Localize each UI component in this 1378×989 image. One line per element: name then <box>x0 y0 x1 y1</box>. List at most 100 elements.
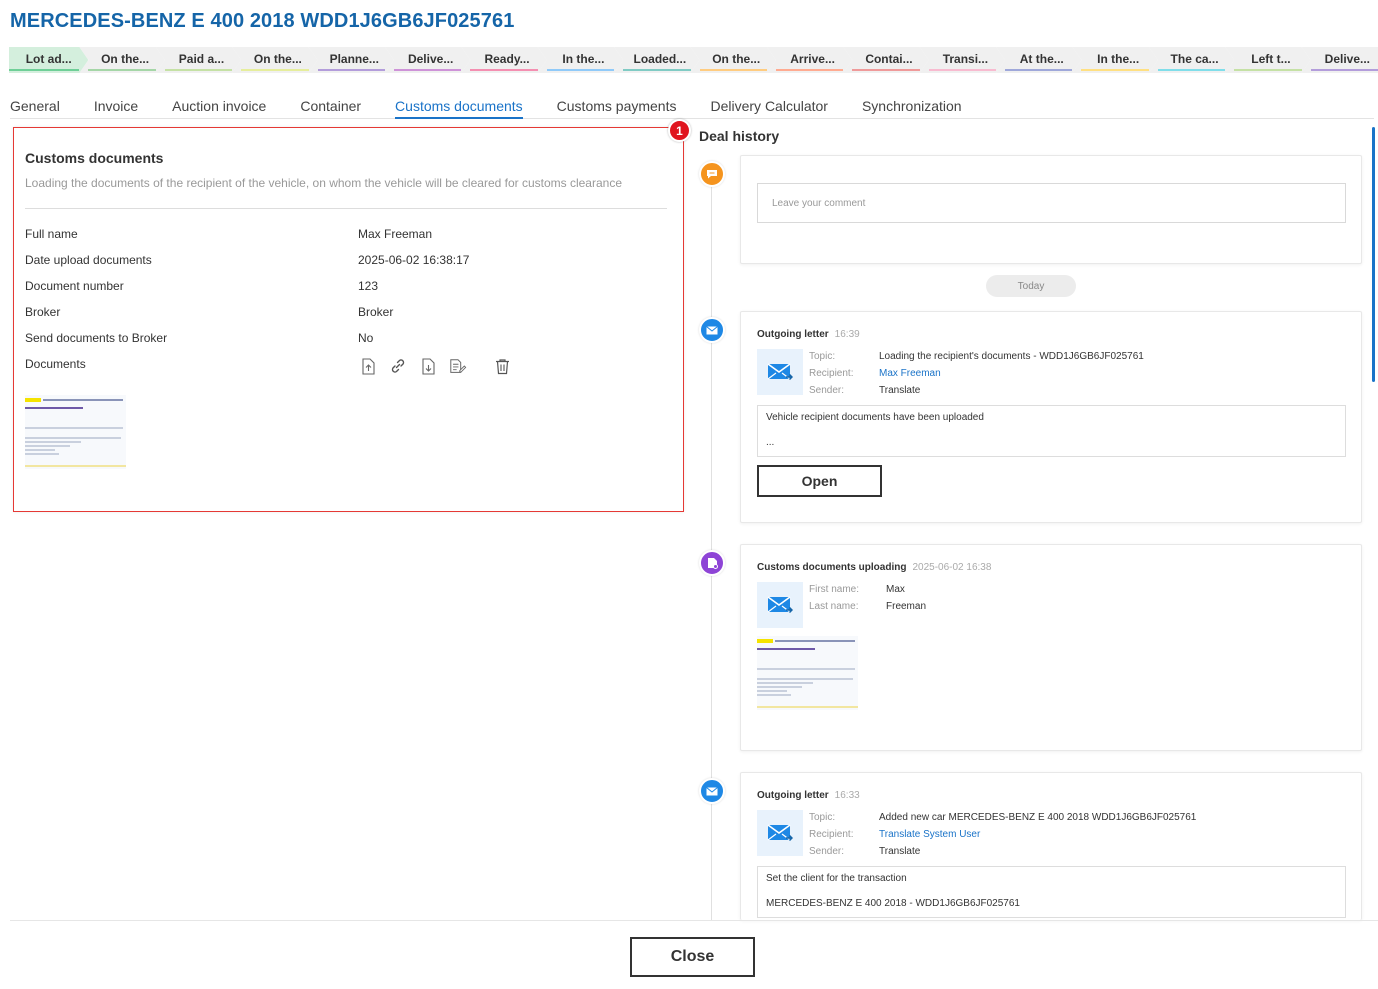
field-label: Date upload documents <box>25 253 152 267</box>
field-value: No <box>358 331 374 345</box>
stage-3[interactable]: Paid a... <box>156 47 241 73</box>
step-badge: 1 <box>668 119 691 142</box>
sender-label: Sender: <box>809 846 845 857</box>
scrollbar[interactable] <box>1372 127 1375 382</box>
sender-label: Sender: <box>809 385 845 396</box>
topic-label: Topic: <box>809 351 836 362</box>
document-thumbnail[interactable] <box>25 395 126 469</box>
stage-label: Contai... <box>865 52 913 66</box>
stage-10[interactable]: On the... <box>691 47 776 73</box>
customs-documents-panel: Customs documents Loading the documents … <box>13 127 684 512</box>
event-time: 2025-06-02 16:38 <box>912 562 992 573</box>
event-title: Outgoing letter 16:39 <box>757 329 860 340</box>
stage-color-bar <box>852 69 919 71</box>
message-preview: Set the client for the transaction MERCE… <box>757 866 1346 918</box>
stage-14[interactable]: At the... <box>996 47 1081 73</box>
stage-label: Delive... <box>1324 52 1371 66</box>
tab-auction-invoice[interactable]: Auction invoice <box>172 97 266 119</box>
field-documents: Documents <box>25 357 667 375</box>
event-time: 16:39 <box>834 329 860 340</box>
event-time: 16:33 <box>834 790 860 801</box>
stage-label: Ready... <box>484 52 530 66</box>
close-button[interactable]: Close <box>630 937 755 977</box>
stage-color-bar <box>700 69 767 71</box>
stage-label: On the... <box>712 52 761 66</box>
stage-5[interactable]: Planne... <box>309 47 394 73</box>
timeline-line <box>711 175 712 920</box>
link-icon[interactable] <box>389 357 407 375</box>
stage-16[interactable]: The ca... <box>1149 47 1234 73</box>
tab-customs-documents[interactable]: Customs documents <box>395 97 523 119</box>
tab-general[interactable]: General <box>10 97 60 119</box>
recipient-link[interactable]: Max Freeman <box>879 368 941 379</box>
page-title: MERCEDES-BENZ E 400 2018 WDD1J6GB6JF0257… <box>10 10 515 32</box>
upload-icon[interactable] <box>359 357 377 375</box>
stage-color-bar <box>623 69 690 71</box>
stage-2[interactable]: On the... <box>79 47 164 73</box>
stage-color-bar <box>1311 69 1378 71</box>
document-actions <box>359 357 511 375</box>
field-label: Documents <box>25 357 86 371</box>
message-preview: Vehicle recipient documents have been up… <box>757 405 1346 457</box>
stage-label: On the... <box>253 52 302 66</box>
stage-pipeline: Lot ad... On the... Paid a... On the... Plan… <box>9 47 1378 73</box>
trash-icon[interactable] <box>493 357 511 375</box>
field-send-to-broker: Send documents to Broker No <box>25 331 667 349</box>
open-button[interactable]: Open <box>757 465 882 497</box>
stage-15[interactable]: In the... <box>1072 47 1157 73</box>
tab-container[interactable]: Container <box>300 97 361 119</box>
recipient-label: Recipient: <box>809 368 854 379</box>
tab-customs-payments[interactable]: Customs payments <box>557 97 677 119</box>
stage-1[interactable]: Lot ad... <box>9 47 88 73</box>
field-date-upload: Date upload documents 2025-06-02 16:38:1… <box>25 253 667 271</box>
field-value: Broker <box>358 305 394 319</box>
stage-color-bar <box>776 69 843 71</box>
stage-label: Arrive... <box>790 52 835 66</box>
stage-color-bar <box>929 69 996 71</box>
stage-8[interactable]: In the... <box>538 47 623 73</box>
message-line: MERCEDES-BENZ E 400 2018 - WDD1J6GB6JF02… <box>766 898 1020 909</box>
stage-color-bar <box>394 69 461 71</box>
stage-label: Transi... <box>942 52 989 66</box>
comment-input[interactable] <box>757 183 1346 223</box>
stage-label: Left t... <box>1251 52 1291 66</box>
topic-value: Added new car MERCEDES-BENZ E 400 2018 W… <box>879 812 1197 823</box>
stage-color-bar <box>1158 69 1225 71</box>
tab-synchronization[interactable]: Synchronization <box>862 97 962 119</box>
stage-label: In the... <box>562 52 605 66</box>
envelope-icon <box>699 778 725 804</box>
document-thumbnail[interactable] <box>757 636 858 710</box>
message-line: Set the client for the transaction <box>766 873 907 884</box>
message-line: Vehicle recipient documents have been up… <box>766 412 984 423</box>
stage-6[interactable]: Delive... <box>385 47 470 73</box>
field-value: 123 <box>358 279 379 293</box>
stage-color-bar <box>88 69 155 71</box>
tab-delivery-calculator[interactable]: Delivery Calculator <box>710 97 827 119</box>
recipient-link[interactable]: Translate System User <box>879 829 980 840</box>
stage-13[interactable]: Transi... <box>920 47 1005 73</box>
stage-color-bar <box>241 69 308 71</box>
stage-label: Lot ad... <box>25 52 72 66</box>
tab-invoice[interactable]: Invoice <box>94 97 138 119</box>
stage-4[interactable]: On the... <box>232 47 317 73</box>
stage-7[interactable]: Ready... <box>461 47 546 73</box>
stage-12[interactable]: Contai... <box>843 47 928 73</box>
stage-18[interactable]: Delive... <box>1302 47 1378 73</box>
field-document-number: Document number 123 <box>25 279 667 297</box>
stage-9[interactable]: Loaded... <box>614 47 699 73</box>
sender-value: Translate <box>879 846 921 857</box>
download-icon[interactable] <box>419 357 437 375</box>
edit-doc-icon[interactable] <box>449 357 467 375</box>
envelope-icon <box>699 317 725 343</box>
stage-label: Planne... <box>329 52 379 66</box>
field-label: Broker <box>25 305 61 319</box>
field-value: Max Freeman <box>358 227 433 241</box>
stage-17[interactable]: Left t... <box>1225 47 1310 73</box>
event-title: Customs documents uploading 2025-06-02 16… <box>757 562 992 573</box>
stage-11[interactable]: Arrive... <box>767 47 852 73</box>
stage-color-bar <box>318 69 385 71</box>
sender-value: Translate <box>879 385 921 396</box>
document-upload-icon <box>699 550 725 576</box>
customs-documents-title: Customs documents <box>25 150 164 166</box>
field-label: Send documents to Broker <box>25 331 168 345</box>
